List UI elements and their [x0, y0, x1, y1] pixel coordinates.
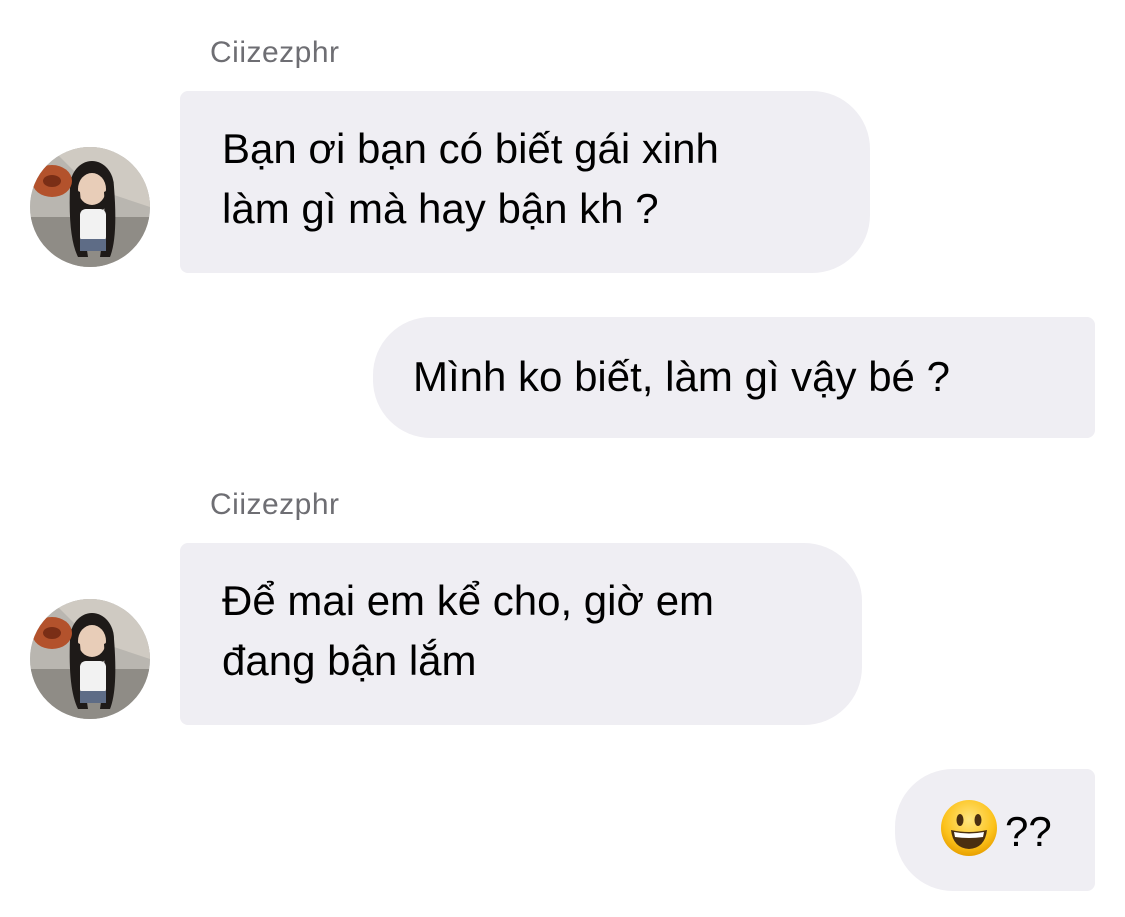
message-bubble[interactable]: ??: [895, 769, 1095, 891]
message-line: Để mai em kể cho, giờ em: [222, 577, 715, 624]
message-bubble[interactable]: Để mai em kể cho, giờ em đang bận lắm: [180, 543, 862, 725]
message-bubble[interactable]: Bạn ơi bạn có biết gái xinh làm gì mà ha…: [180, 91, 870, 273]
avatar-photo: [30, 147, 150, 267]
avatar[interactable]: [30, 599, 150, 719]
message-line: đang bận lắm: [222, 637, 477, 684]
sender-name: Ciizezphr: [210, 488, 340, 521]
grinning-face-emoji: [941, 799, 997, 856]
message-bubble[interactable]: Mình ko biết, làm gì vậy bé ?: [373, 317, 1095, 438]
message-line: làm gì mà hay bận kh ?: [222, 185, 659, 232]
message-text: ??: [1005, 807, 1052, 855]
avatar[interactable]: [30, 147, 150, 267]
message-line: Bạn ơi bạn có biết gái xinh: [222, 125, 719, 172]
message-line: Mình ko biết, làm gì vậy bé ?: [413, 353, 950, 400]
avatar-photo: [30, 599, 150, 719]
sender-name: Ciizezphr: [210, 36, 340, 69]
